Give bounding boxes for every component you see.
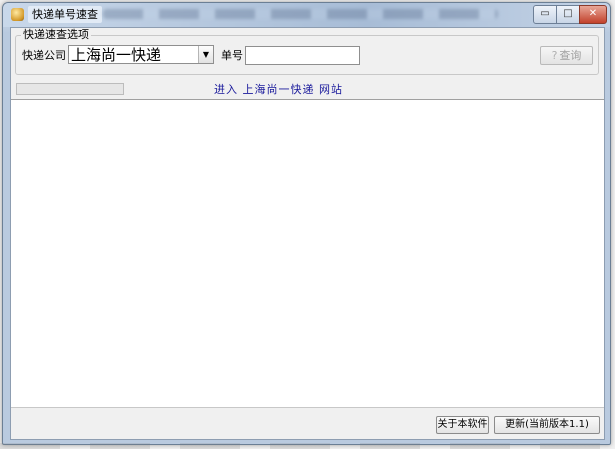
client-area: 快递速查选项 快递公司 上海尚一快递 ▼ 单号 ? 查询 进入 上海尚一快递 网站… <box>10 27 605 440</box>
title-bar[interactable]: 快递单号速查 ▭ □ ✕ <box>3 3 610 27</box>
chevron-down-icon[interactable]: ▼ <box>198 46 213 63</box>
maximize-button[interactable]: □ <box>556 5 580 24</box>
close-icon: ✕ <box>588 8 598 19</box>
order-label: 单号 <box>221 49 243 62</box>
minimize-button[interactable]: ▭ <box>533 5 557 24</box>
order-number-input[interactable] <box>245 46 360 65</box>
minimize-icon: ▭ <box>540 8 550 19</box>
company-select-value: 上海尚一快递 <box>71 46 162 64</box>
update-button[interactable]: 更新(当前版本1.1) <box>494 416 600 434</box>
results-panel[interactable] <box>11 99 604 408</box>
progress-bar <box>16 83 124 95</box>
app-icon <box>11 8 24 21</box>
website-link[interactable]: 进入 上海尚一快递 网站 <box>214 83 343 97</box>
group-legend: 快递速查选项 <box>21 28 91 42</box>
about-button[interactable]: 关于本软件 <box>436 416 489 434</box>
company-label: 快递公司 <box>22 49 66 62</box>
window-title: 快递单号速查 <box>28 6 102 23</box>
query-button[interactable]: ? 查询 <box>540 46 593 65</box>
app-window: 快递单号速查 ▭ □ ✕ 快递速查选项 快递公司 上海尚一快递 ▼ 单号 ? 查询 <box>2 2 611 445</box>
help-icon: ? <box>551 49 558 62</box>
company-select[interactable]: 上海尚一快递 ▼ <box>68 45 214 64</box>
search-options-group: 快递速查选项 快递公司 上海尚一快递 ▼ 单号 ? 查询 <box>15 28 599 75</box>
maximize-icon: □ <box>563 8 573 19</box>
query-button-label: 查询 <box>559 49 582 62</box>
close-button[interactable]: ✕ <box>579 5 607 24</box>
title-bar-background <box>103 9 498 19</box>
taskbar-background <box>0 443 615 449</box>
